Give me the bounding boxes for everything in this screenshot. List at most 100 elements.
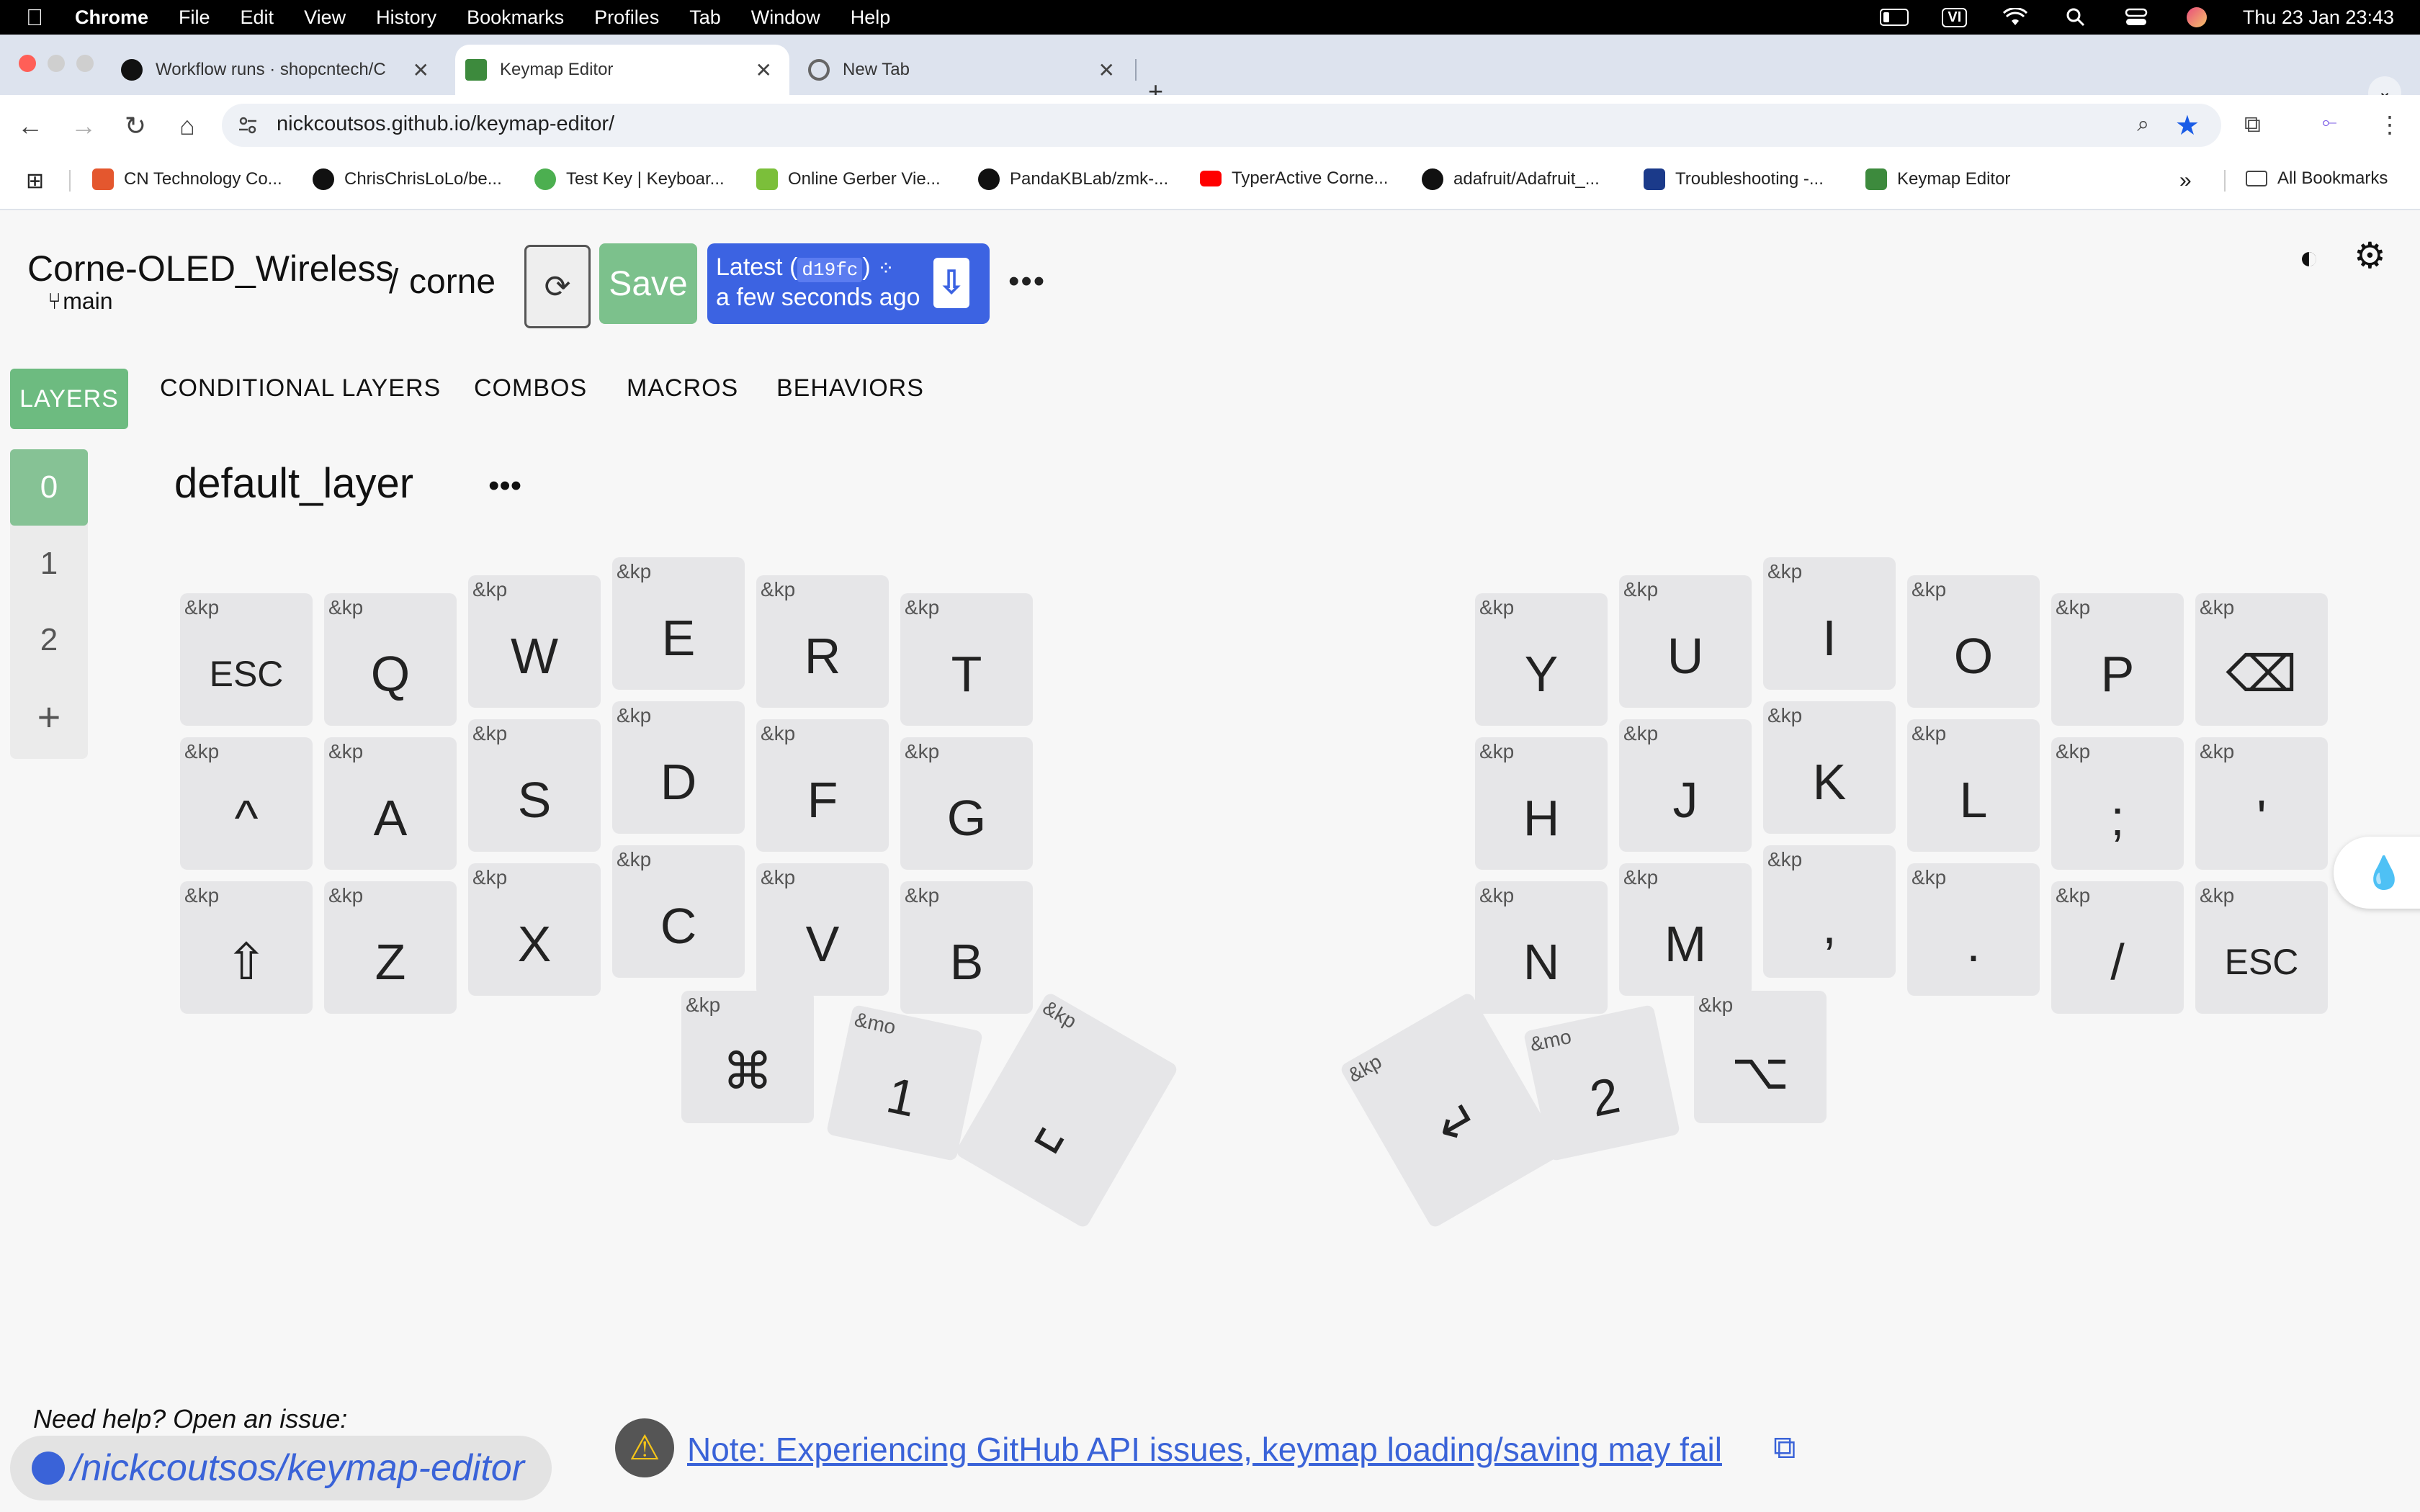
key-behavior[interactable]: &kp — [472, 722, 507, 745]
key-y[interactable]: &kp Y — [1475, 593, 1608, 726]
control-center-icon[interactable] — [2122, 8, 2151, 27]
add-layer-button[interactable]: + — [10, 678, 88, 755]
menu-window[interactable]: Window — [751, 6, 820, 29]
site-info-icon[interactable] — [236, 114, 259, 137]
key-behavior[interactable]: &kp — [2056, 884, 2090, 907]
github-repo-link[interactable]: /nickcoutsos/keymap-editor — [10, 1436, 552, 1500]
back-arrow-icon[interactable]: ← — [14, 111, 46, 141]
key-parameter[interactable]: S — [468, 748, 601, 852]
thumb-key-space[interactable]: &kp ␣ — [954, 991, 1179, 1230]
board-name[interactable]: corne — [409, 262, 496, 302]
key-behavior[interactable]: &kp — [2200, 740, 2234, 763]
bookmark-typeractive[interactable]: TyperActive Corne... — [1200, 168, 1388, 189]
key-w[interactable]: &kp W — [468, 575, 601, 708]
close-window-button[interactable] — [19, 55, 36, 72]
key-behavior[interactable]: &kp — [761, 866, 795, 889]
key-x[interactable]: &kp X — [468, 863, 601, 996]
layer-options-icon[interactable]: ••• — [488, 468, 521, 504]
branch-selector[interactable]: ⑂main — [48, 288, 113, 315]
tab-new-tab[interactable]: New Tab ✕ — [808, 45, 1132, 95]
key-behavior[interactable]: &kp — [905, 884, 939, 907]
key-behavior[interactable]: &kp — [2056, 596, 2090, 619]
tab-workflow-runs[interactable]: Workflow runs · shopcntech/C ✕ — [121, 45, 447, 95]
settings-gear-icon[interactable]: ⚙ — [2354, 235, 2386, 276]
key-behavior[interactable]: &kp — [617, 704, 651, 727]
bookmark-test-key[interactable]: Test Key | Keyboar... — [534, 168, 725, 190]
key-p[interactable]: &kp P — [2051, 593, 2184, 726]
layer-item-2[interactable]: 2 — [10, 602, 88, 678]
key-i[interactable]: &kp I — [1763, 557, 1896, 690]
key-behavior[interactable]: &kp — [686, 994, 720, 1017]
zoom-icon[interactable]: ⌕ — [2137, 112, 2149, 137]
thumb-key-cmd[interactable]: &kp ⌘ — [681, 991, 814, 1123]
key-parameter[interactable]: / — [2051, 910, 2184, 1014]
home-icon[interactable]: ⌂ — [171, 111, 203, 141]
close-tab-icon[interactable]: ✕ — [756, 58, 772, 82]
menu-tab[interactable]: Tab — [689, 6, 721, 29]
key-parameter[interactable]: X — [468, 892, 601, 996]
key-parameter[interactable]: O — [1907, 604, 2040, 708]
menu-edit[interactable]: Edit — [241, 6, 274, 29]
key-behavior[interactable]: &kp — [328, 596, 363, 619]
profile-extension-icon[interactable]: ⟜ — [2322, 111, 2337, 134]
key-behavior[interactable]: &kp — [184, 596, 219, 619]
chrome-menu-icon[interactable]: ⋮ — [2378, 111, 2401, 138]
key-b[interactable]: &kp B — [900, 881, 1033, 1014]
bookmark-online-gerber[interactable]: Online Gerber Vie... — [756, 168, 941, 190]
key-parameter[interactable]: ⌘ — [681, 1020, 814, 1123]
apple-menu-icon[interactable]:  — [26, 4, 55, 31]
bookmark-star-icon[interactable]: ★ — [2175, 109, 2200, 142]
zoom-window-button[interactable] — [76, 55, 94, 72]
key-symbol-33[interactable]: &kp. — [1907, 863, 2040, 996]
minimize-window-button[interactable] — [48, 55, 65, 72]
key-parameter[interactable]: ␣ — [954, 1017, 1165, 1230]
bookmark-cn-technology[interactable]: CN Technology Co... — [92, 168, 282, 190]
tab-conditional-layers[interactable]: CONDITIONAL LAYERS — [160, 374, 441, 402]
key-symbol-23[interactable]: &kp ' — [2195, 737, 2328, 870]
key-parameter[interactable]: V — [756, 892, 889, 996]
key-s[interactable]: &kp S — [468, 719, 601, 852]
menu-clock[interactable]: Thu 23 Jan 23:43 — [2243, 6, 2394, 29]
key-parameter[interactable]: L — [1907, 748, 2040, 852]
key-parameter[interactable]: U — [1619, 604, 1752, 708]
key-behavior[interactable]: &kp — [328, 884, 363, 907]
siri-icon[interactable] — [2182, 7, 2211, 27]
key-parameter[interactable]: B — [900, 910, 1033, 1014]
key-parameter[interactable]: . — [1907, 892, 2040, 996]
layer-name[interactable]: default_layer — [174, 459, 413, 508]
close-tab-icon[interactable]: ✕ — [413, 58, 429, 82]
key-behavior[interactable]: &kp — [617, 560, 651, 583]
input-source-icon[interactable]: VI — [1940, 7, 1969, 27]
menu-history[interactable]: History — [376, 6, 436, 29]
tab-layers[interactable]: LAYERS — [10, 369, 128, 429]
refresh-button[interactable]: ⟳ — [524, 245, 591, 328]
key-behavior[interactable]: &kp — [1767, 704, 1802, 727]
key-parameter[interactable]: P — [2051, 622, 2184, 726]
key-c[interactable]: &kp C — [612, 845, 745, 978]
key-parameter[interactable]: D — [612, 730, 745, 834]
key-behavior[interactable]: &kp — [761, 722, 795, 745]
key-behavior[interactable]: &kp — [1479, 596, 1514, 619]
close-tab-icon[interactable]: ✕ — [1098, 58, 1115, 82]
key-behavior[interactable]: &kp — [1479, 740, 1514, 763]
key-u[interactable]: &kp U — [1619, 575, 1752, 708]
key-k[interactable]: &kp K — [1763, 701, 1896, 834]
tab-combos[interactable]: COMBOS — [474, 374, 587, 402]
key-parameter[interactable]: M — [1619, 892, 1752, 996]
menu-file[interactable]: File — [179, 6, 210, 29]
key-behavior[interactable]: &kp — [2056, 740, 2090, 763]
key-parameter[interactable]: R — [756, 604, 889, 708]
key-behavior[interactable]: &kp — [472, 578, 507, 601]
more-options-icon[interactable]: ••• — [1008, 264, 1046, 300]
key-symbol-32[interactable]: &kp, — [1763, 845, 1896, 978]
key-parameter[interactable]: K — [1763, 730, 1896, 834]
key-parameter[interactable]: , — [1763, 874, 1896, 978]
key-parameter[interactable]: ; — [2051, 766, 2184, 870]
all-bookmarks-folder[interactable]: All Bookmarks — [2246, 168, 2388, 189]
key-behavior[interactable]: &kp — [761, 578, 795, 601]
menu-view[interactable]: View — [304, 6, 346, 29]
key-behavior[interactable]: &kp — [1912, 578, 1946, 601]
key-behavior[interactable]: &kp — [2200, 596, 2234, 619]
key-behavior[interactable]: &kp — [1767, 560, 1802, 583]
bookmark-troubleshooting[interactable]: Troubleshooting -... — [1644, 168, 1824, 190]
